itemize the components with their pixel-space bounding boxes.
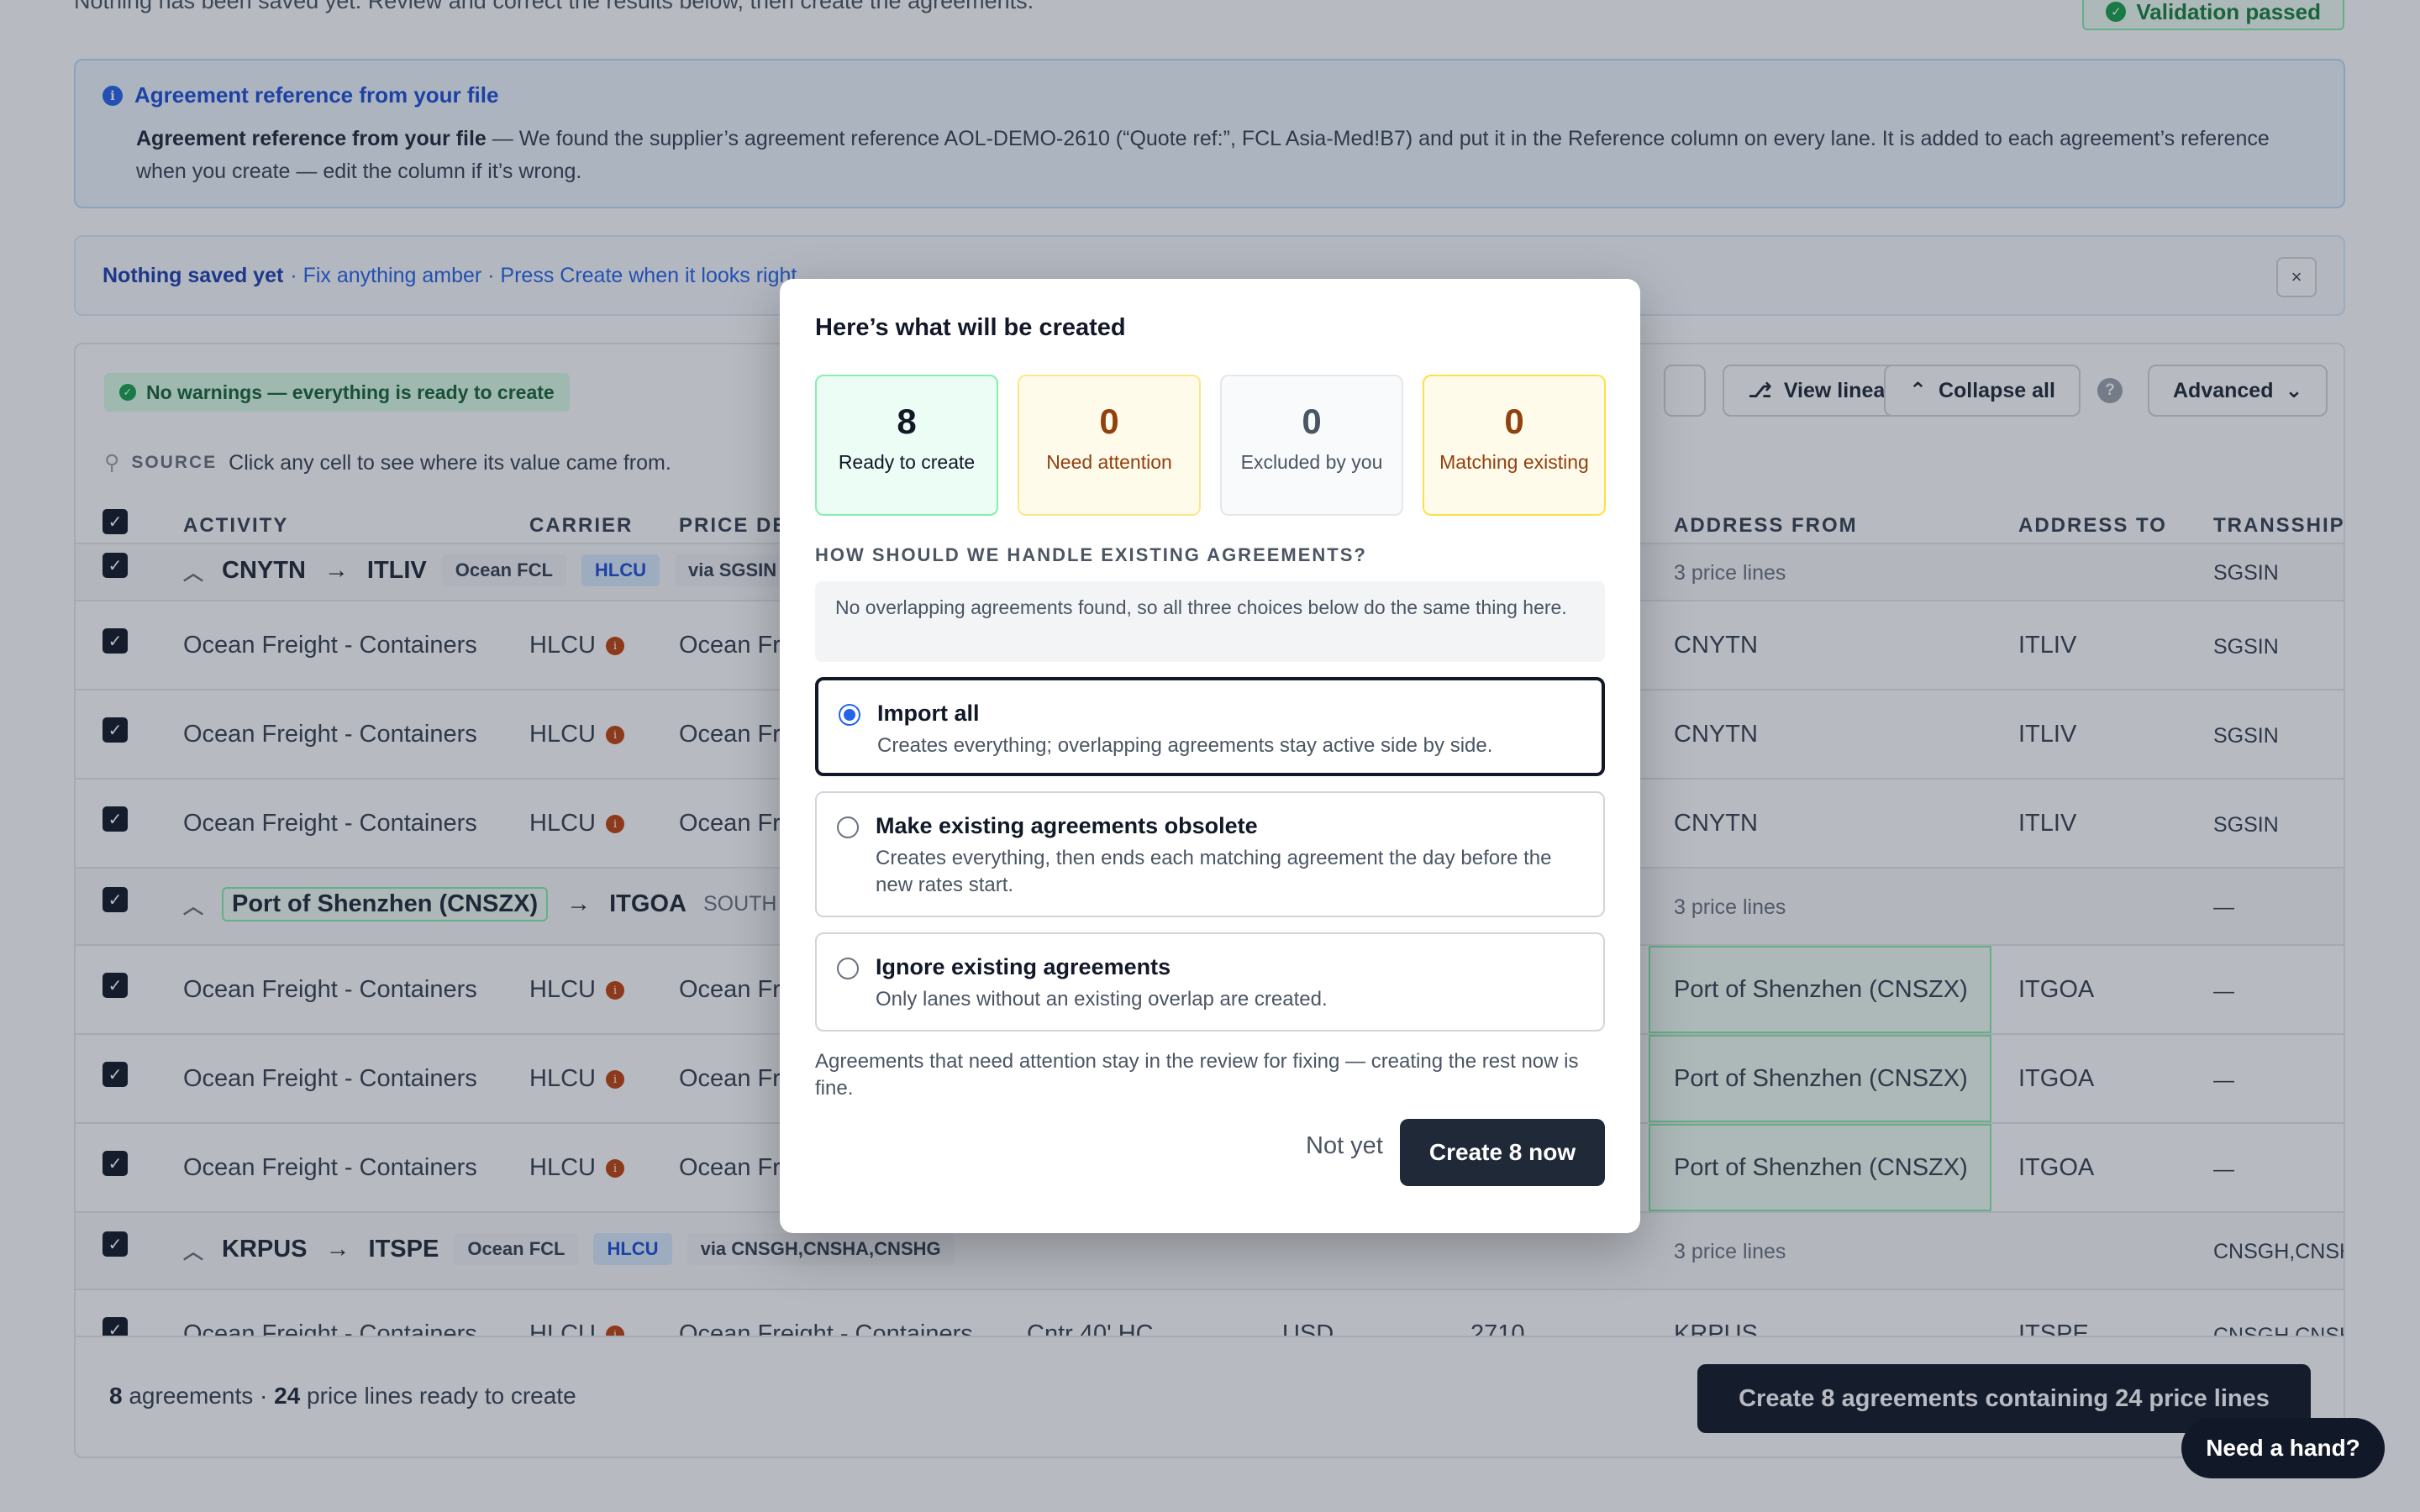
option-make-obsolete[interactable]: Make existing agreements obsolete Create…: [815, 791, 1605, 917]
existing-agreements-heading: HOW SHOULD WE HANDLE EXISTING AGREEMENTS…: [815, 544, 1367, 565]
modal-title: Here’s what will be created: [815, 314, 1126, 341]
stat-ready: 8 Ready to create: [815, 375, 998, 516]
stat-matching-existing: 0 Matching existing: [1423, 375, 1606, 516]
overlap-note: No overlapping agreements found, so all …: [815, 581, 1605, 662]
need-a-hand-button[interactable]: Need a hand?: [2181, 1418, 2385, 1478]
create-summary-modal: Here’s what will be created 8 Ready to c…: [780, 279, 1640, 1233]
modal-footnote: Agreements that need attention stay in t…: [815, 1050, 1579, 1100]
stat-need-attention: 0 Need attention: [1018, 375, 1201, 516]
not-yet-button[interactable]: Not yet: [1306, 1132, 1383, 1160]
radio-ignore-existing[interactable]: [837, 958, 859, 979]
option-ignore-existing[interactable]: Ignore existing agreements Only lanes wi…: [815, 932, 1605, 1032]
option-import-all[interactable]: Import all Creates everything; overlappi…: [815, 677, 1605, 776]
stat-excluded: 0 Excluded by you: [1220, 375, 1403, 516]
radio-import-all[interactable]: [839, 704, 860, 726]
radio-make-obsolete[interactable]: [837, 816, 859, 838]
create-now-button[interactable]: Create 8 now: [1400, 1119, 1605, 1186]
